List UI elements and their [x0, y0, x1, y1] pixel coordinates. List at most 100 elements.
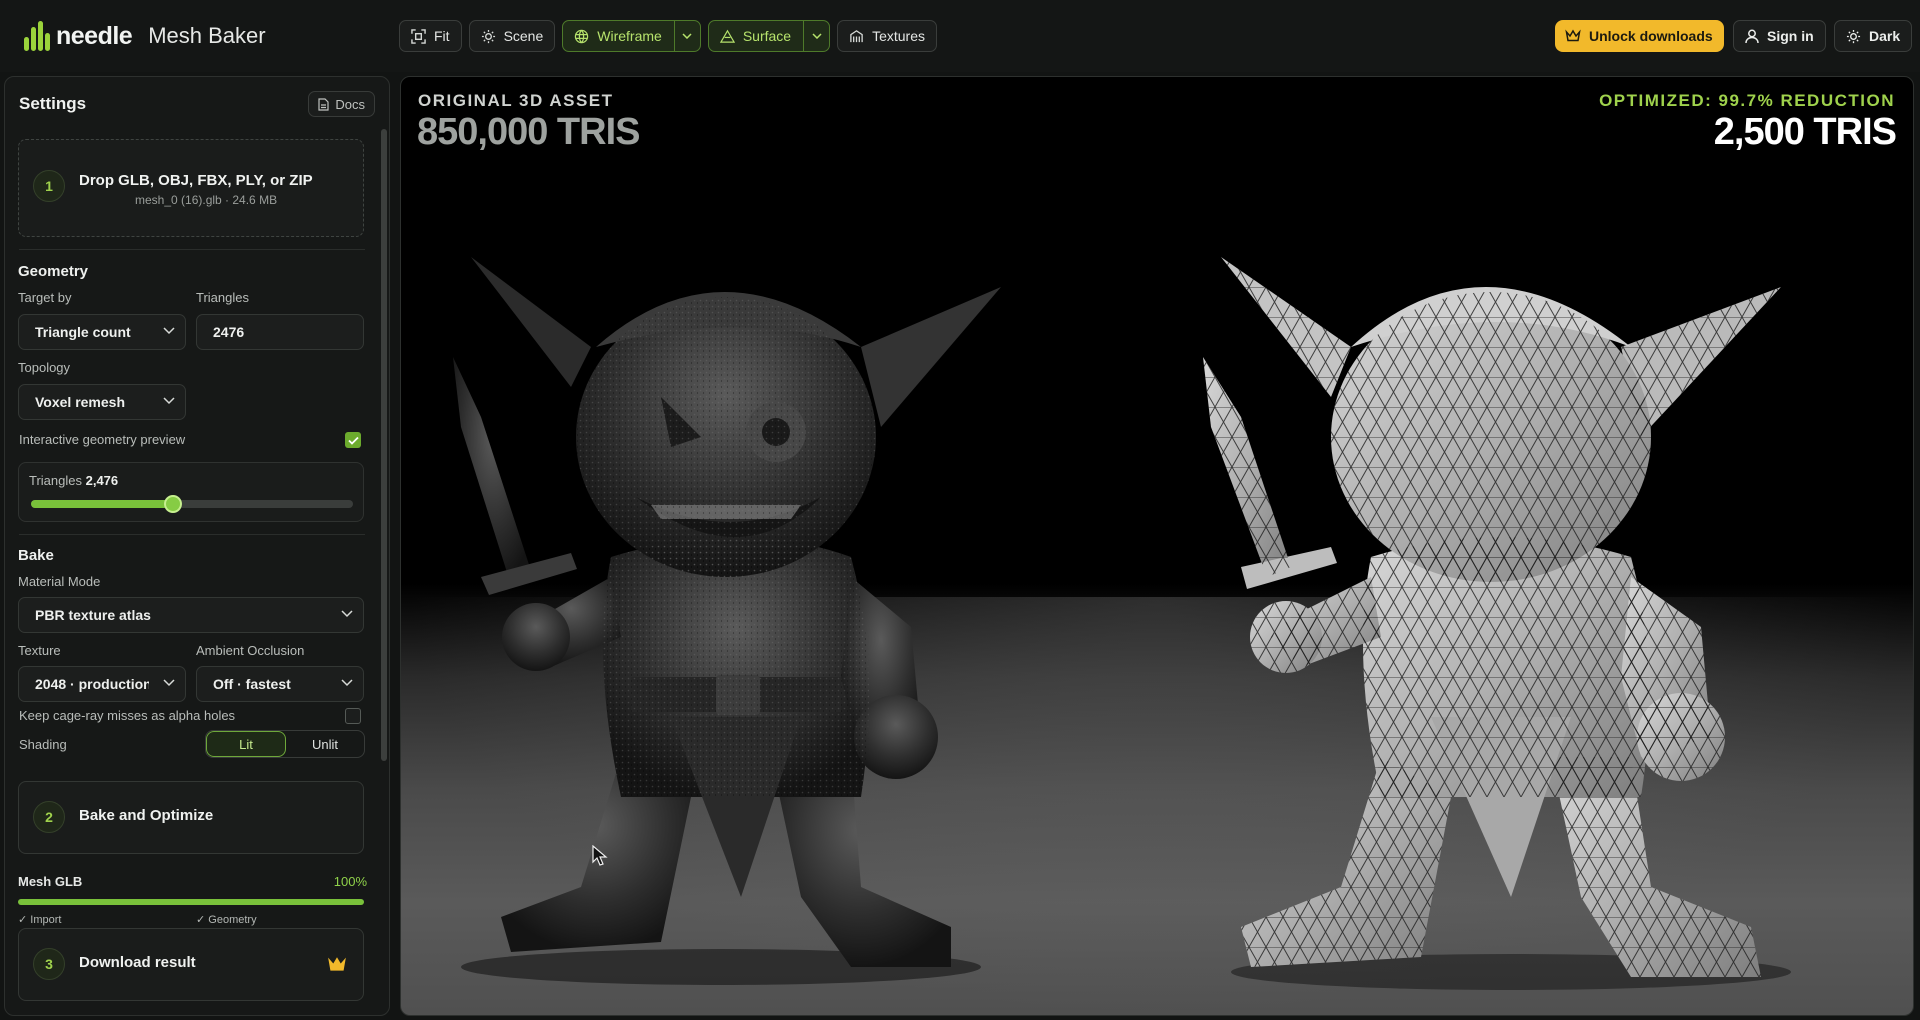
- slider-caption-value: 2,476: [85, 473, 119, 488]
- docs-button[interactable]: Docs: [308, 91, 375, 117]
- surface-dropdown-chevron-icon[interactable]: [803, 21, 829, 51]
- unlock-downloads-button[interactable]: Unlock downloads: [1555, 20, 1724, 52]
- wireframe-dropdown-chevron-icon[interactable]: [673, 21, 700, 51]
- progress-percent: 100%: [333, 874, 367, 889]
- chevron-down-icon: [163, 679, 175, 687]
- bake-section-title: Bake: [18, 547, 54, 564]
- chevron-down-icon: [341, 610, 353, 618]
- surface-icon: [719, 29, 735, 43]
- mouse-cursor-icon: [592, 845, 608, 866]
- triangle-slider-card: Triangles 2,476: [18, 462, 364, 522]
- viewport-toolbar: Fit Scene Wireframe Surface Textures: [399, 20, 937, 52]
- topology-label: Topology: [18, 360, 71, 375]
- settings-sidebar: Settings Docs 1 Drop GLB, OBJ, FBX, PLY,…: [4, 76, 390, 1016]
- sidebar-scrollbar[interactable]: [381, 129, 387, 761]
- theme-label: Dark: [1869, 28, 1901, 44]
- triangles-label: Triangles: [196, 290, 249, 305]
- texture-select[interactable]: 2048 · production: [18, 666, 186, 702]
- chevron-down-icon: [341, 679, 353, 687]
- theme-toggle-button[interactable]: Dark: [1834, 20, 1913, 52]
- sidebar-title: Settings: [19, 94, 87, 113]
- topology-value: Voxel remesh: [35, 394, 126, 410]
- user-icon: [1745, 29, 1759, 43]
- file-drop-zone[interactable]: 1 Drop GLB, OBJ, FBX, PLY, or ZIP mesh_0…: [18, 139, 364, 237]
- crown-icon: [328, 957, 346, 971]
- crown-icon: [1565, 29, 1581, 42]
- fit-button[interactable]: Fit: [399, 20, 462, 52]
- optimized-reduction-label: OPTIMIZED: 99.7% REDUCTION: [1599, 91, 1895, 110]
- sign-in-button[interactable]: Sign in: [1733, 20, 1826, 52]
- slider-thumb[interactable]: [163, 495, 182, 513]
- textures-label: Textures: [872, 28, 925, 44]
- wireframe-label: Wireframe: [597, 28, 662, 44]
- progress-step-geometry: ✓ Geometry: [196, 914, 257, 926]
- brand-name: needle: [56, 21, 133, 50]
- ambient-occlusion-label: Ambient Occlusion: [196, 643, 305, 658]
- cage-ray-label: Keep cage-ray misses as alpha holes: [19, 708, 236, 723]
- material-mode-value: PBR texture atlas: [35, 607, 151, 623]
- download-result-button[interactable]: 3 Download result: [18, 928, 364, 1001]
- geometry-section-title: Geometry: [18, 263, 89, 280]
- target-by-value: Triangle count: [35, 324, 131, 340]
- progress-bar-fill: [18, 899, 364, 905]
- chevron-down-icon: [163, 397, 175, 405]
- bake-and-optimize-label: Bake and Optimize: [79, 807, 214, 824]
- 3d-viewport[interactable]: ORIGINAL 3D ASSET 850,000 TRIS OPTIMIZED…: [400, 76, 1914, 1016]
- shading-label: Shading: [19, 737, 67, 752]
- wireframe-icon: [575, 29, 589, 43]
- textures-icon: [850, 29, 863, 42]
- document-icon: [318, 97, 329, 111]
- step-number-badge: 2: [33, 801, 65, 833]
- shading-option-lit[interactable]: Lit: [206, 731, 286, 757]
- slider-caption: Triangles 2,476: [29, 473, 118, 488]
- progress-step-import: ✓ Import: [18, 914, 62, 926]
- section-divider: [19, 534, 365, 535]
- bake-and-optimize-button[interactable]: 2 Bake and Optimize: [18, 781, 364, 854]
- progress-bar: [18, 899, 364, 905]
- cage-ray-checkbox[interactable]: [345, 708, 361, 724]
- scene-button[interactable]: Scene: [468, 20, 556, 52]
- app-title: Mesh Baker: [148, 23, 266, 48]
- triangles-input[interactable]: 2476: [196, 314, 364, 350]
- drop-zone-title: Drop GLB, OBJ, FBX, PLY, or ZIP: [79, 172, 313, 189]
- triangles-input-value: 2476: [213, 324, 245, 340]
- sun-icon: [1846, 29, 1861, 43]
- unlock-label: Unlock downloads: [1589, 28, 1713, 44]
- textures-button[interactable]: Textures: [837, 20, 937, 52]
- triangle-slider[interactable]: [31, 495, 353, 513]
- fit-label: Fit: [434, 28, 450, 44]
- chevron-down-icon: [163, 327, 175, 335]
- shading-option-unlit[interactable]: Unlit: [286, 731, 364, 757]
- ambient-occlusion-value: Off · fastest: [213, 676, 291, 692]
- wireframe-button[interactable]: Wireframe: [562, 20, 701, 52]
- step-number-badge: 3: [33, 948, 65, 980]
- progress-label: Mesh GLB: [18, 874, 83, 889]
- material-mode-label: Material Mode: [18, 574, 101, 589]
- loaded-file-info: mesh_0 (16).glb · 24.6 MB: [135, 193, 278, 207]
- original-model[interactable]: [441, 197, 1001, 997]
- scene-label: Scene: [503, 28, 544, 44]
- section-divider: [19, 249, 365, 250]
- surface-button[interactable]: Surface: [707, 20, 831, 52]
- ambient-occlusion-select[interactable]: Off · fastest: [196, 666, 364, 702]
- texture-value: 2048 · production: [35, 676, 149, 692]
- original-asset-label: ORIGINAL 3D ASSET: [418, 91, 614, 110]
- step-number-badge: 1: [33, 170, 65, 202]
- sidebar-header: Settings Docs: [19, 91, 375, 117]
- original-triangle-count: 850,000 TRIS: [417, 111, 640, 153]
- optimized-model[interactable]: [1181, 197, 1801, 997]
- geometry-preview-checkbox[interactable]: [345, 432, 361, 448]
- brand[interactable]: needle Mesh Baker: [22, 18, 266, 54]
- sign-in-label: Sign in: [1767, 28, 1814, 44]
- surface-label: Surface: [742, 28, 792, 44]
- slider-fill: [31, 500, 173, 508]
- target-by-select[interactable]: Triangle count: [18, 314, 186, 350]
- target-by-label: Target by: [18, 290, 72, 305]
- geometry-preview-label: Interactive geometry preview: [19, 432, 186, 447]
- checkmark-icon: [347, 436, 359, 445]
- topology-select[interactable]: Voxel remesh: [18, 384, 186, 420]
- optimized-triangle-count: 2,500 TRIS: [1713, 111, 1897, 153]
- top-bar: needle Mesh Baker Fit Scene Wireframe Su…: [0, 0, 1920, 72]
- material-mode-select[interactable]: PBR texture atlas: [18, 597, 364, 633]
- slider-caption-label: Triangles: [29, 473, 82, 488]
